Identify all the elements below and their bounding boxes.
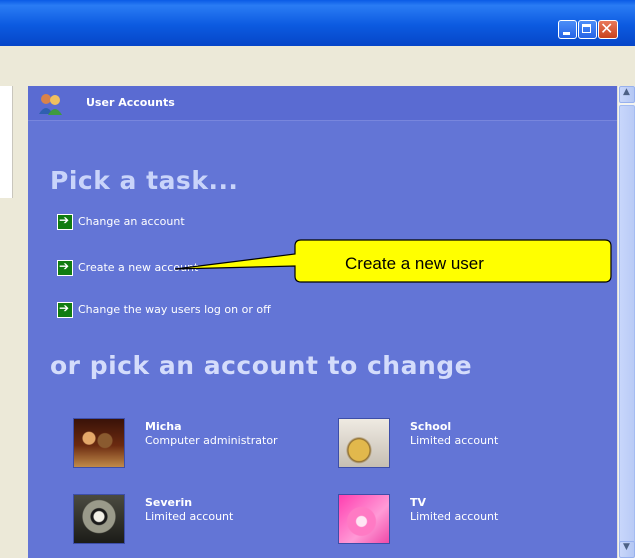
account-type: Limited account [410,434,499,447]
account-name: Micha [145,420,182,433]
green-arrow-icon [57,213,73,230]
account-type: Limited account [145,510,234,523]
user-accounts-panel: User Accounts Pick a task... Change an a… [28,86,617,558]
pick-account-heading: or pick an account to change [50,351,473,380]
window-title-bar: ✕ [0,0,635,46]
account-name: Severin [145,496,193,509]
left-pane-edge [0,86,13,198]
account-name: School [410,420,452,433]
left-task-pane [0,86,28,558]
maximize-icon [582,24,591,33]
close-button[interactable]: ✕ [598,20,618,39]
callout-text: Create a new user [345,254,484,273]
users-icon [39,94,62,115]
account-name: TV [410,496,427,509]
chevron-up-icon: ▲ [623,87,630,97]
task-label[interactable]: Change an account [78,215,185,228]
scroll-up-button[interactable]: ▲ [619,86,635,103]
task-label[interactable]: Change the way users log on or off [78,303,271,316]
toolbar-strip [0,46,635,86]
guitar-icon [338,418,390,468]
callout-annotation: Create a new user [175,238,612,283]
cat-icon [73,494,125,544]
panel-header-title: User Accounts [86,96,175,109]
chevron-down-icon: ▼ [623,542,630,552]
scroll-down-button[interactable]: ▼ [619,541,635,558]
scroll-thumb[interactable] [619,105,635,543]
green-arrow-icon [57,301,73,318]
vertical-scrollbar[interactable]: ▲ ▼ [617,86,635,558]
flower-icon [338,494,390,544]
account-type: Computer administrator [145,434,278,447]
minimize-icon [563,32,570,35]
pick-task-heading: Pick a task... [50,166,239,195]
close-icon: ✕ [600,19,614,38]
green-arrow-icon [57,259,73,276]
chess-icon [73,418,125,468]
account-type: Limited account [410,510,499,523]
maximize-button[interactable] [578,20,597,39]
minimize-button[interactable] [558,20,577,39]
panel-header: User Accounts [28,86,617,121]
